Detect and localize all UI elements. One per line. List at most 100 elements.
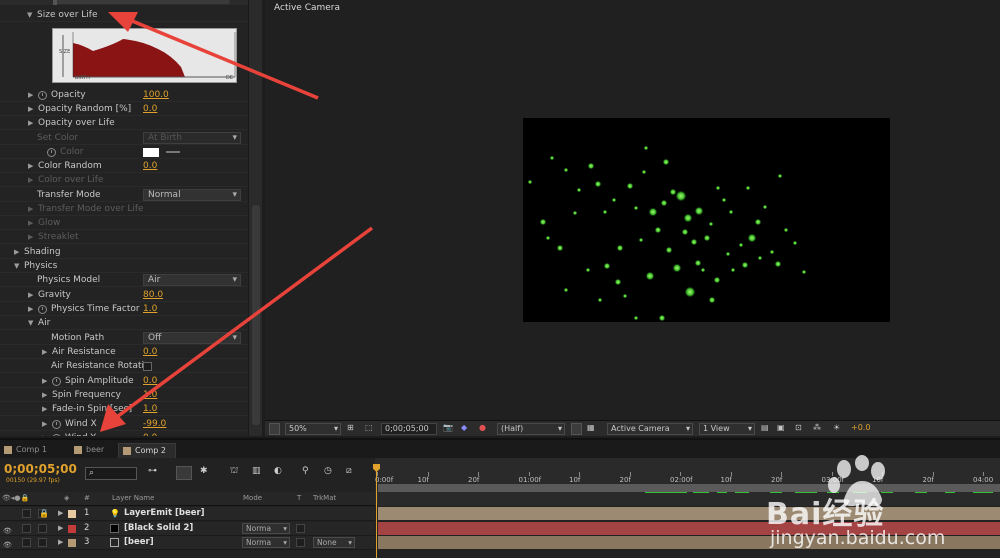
collapse-twirl-icon[interactable]: ▶ [28,302,33,316]
effect-panel-scrollbar[interactable] [248,0,262,436]
stopwatch-icon[interactable] [38,305,47,314]
property-row[interactable]: ▶ Wind X -99.0 [0,417,248,432]
property-row[interactable]: ▼ Size over Life [0,8,248,23]
property-row[interactable]: ▶ Spin Amplitude 0.0 [0,374,248,389]
tab-beer[interactable]: beer [70,443,114,458]
property-value[interactable]: 0.0 [143,431,157,436]
layer-row[interactable]: 👁 ▶ 2 [Black Solid 2] Norma [0,521,375,536]
switch-box[interactable] [22,523,31,533]
draft-3d-icon[interactable]: ✱ [200,466,216,480]
size-over-life-graph[interactable]: SIZE BIRTH DE [52,28,237,83]
snapshot-icon[interactable]: 📷 [443,423,453,435]
property-value[interactable]: 80.0 [143,288,163,302]
exposure-value[interactable]: +0.0 [851,423,870,435]
property-value[interactable]: 100.0 [143,88,169,102]
property-dropdown[interactable]: At Birth [143,132,241,144]
layer-name[interactable]: [Black Solid 2] [124,522,193,535]
property-value[interactable]: 0.0 [143,374,157,388]
transparency-grid-icon[interactable]: ▦ [587,423,595,435]
grid-icon[interactable]: ⊞ [347,423,354,435]
horizontal-scrollbar[interactable] [53,0,230,5]
property-row[interactable]: ▼ Air [0,316,248,331]
composition-canvas[interactable] [523,118,890,322]
collapse-twirl-icon[interactable]: ▶ [42,417,47,431]
collapse-twirl-icon[interactable]: ▶ [28,202,33,216]
show-snapshot-icon[interactable]: ◆ [461,423,467,435]
property-row[interactable]: Color [0,145,248,160]
property-row[interactable]: ▶ Shading [0,245,248,260]
track-matte-dropdown[interactable]: None [313,537,355,548]
property-dropdown[interactable]: Off [143,332,241,344]
property-dropdown[interactable]: Normal [143,189,241,201]
property-checkbox[interactable] [143,362,152,371]
region-of-interest-icon[interactable]: ⬚ [365,423,373,435]
auto-keyframe-icon[interactable]: ◷ [324,466,340,480]
property-row[interactable]: ▶ Gravity 80.0 [0,288,248,303]
property-value[interactable]: 1.0 [143,302,157,316]
preserve-transparency-box[interactable] [296,523,305,533]
eyedropper-icon[interactable] [166,151,180,153]
layer-search-input[interactable]: ⌕ [85,467,137,480]
property-row[interactable]: ▶ Streaklet [0,230,248,245]
collapse-twirl-icon[interactable]: ▶ [42,345,47,359]
property-row[interactable]: ▶ Color Random 0.0 [0,159,248,174]
layer-twirl-icon[interactable]: ▶ [58,522,63,535]
layer-label-color[interactable] [68,539,76,547]
layer-name[interactable]: LayerEmit [beer] [124,507,205,520]
property-value[interactable]: -99.0 [143,417,166,431]
color-swatch[interactable] [143,148,159,157]
layer-name[interactable]: [beer] [124,536,154,549]
property-value[interactable]: 1.0 [143,402,157,416]
layer-twirl-icon[interactable]: ▶ [58,536,63,549]
timeline-icon[interactable]: ▣ [777,423,785,435]
flowchart-icon[interactable]: ⁂ [813,423,821,435]
switch-box[interactable] [38,538,47,547]
property-row[interactable]: ▶ Opacity over Life [0,116,248,131]
composition-viewer[interactable]: Active Camera [265,0,1000,420]
channel-icon[interactable]: ● [479,423,486,435]
property-row[interactable]: ▶ Fade-in Spin [sec] 1.0 [0,402,248,417]
magnification-dropdown[interactable]: 50% [285,423,341,435]
resolution-dropdown[interactable]: (Half) [497,423,565,435]
switch-box[interactable] [22,509,31,518]
property-row[interactable]: ▶ Spin Frequency 1.0 [0,388,248,403]
current-time-indicator[interactable] [376,465,377,558]
fast-preview-icon[interactable] [571,423,582,435]
collapse-twirl-icon[interactable]: ▶ [42,388,47,402]
stopwatch-icon[interactable] [52,420,61,429]
collapse-twirl-icon[interactable]: ▶ [28,102,33,116]
tab-comp-2[interactable]: Comp 2 [118,443,176,458]
property-row[interactable]: ▶ Opacity Random [%] 0.0 [0,102,248,117]
collapse-twirl-icon[interactable]: ▶ [28,88,33,102]
property-row[interactable]: Motion Path Off [0,331,248,346]
always-preview-icon[interactable] [269,423,280,435]
brainstorm-icon[interactable]: ⚲ [302,466,318,480]
expand-twirl-icon[interactable]: ▼ [27,8,32,22]
lock-icon[interactable]: 🔒 [39,507,49,520]
tab-comp-1[interactable]: Comp 1 [0,443,56,458]
collapse-twirl-icon[interactable]: ▶ [28,216,33,230]
layer-row[interactable]: 🔒 ▶ 1 💡 LayerEmit [beer] [0,507,375,521]
visibility-eye-icon[interactable]: 👁 [3,539,12,552]
graph-editor-icon[interactable]: ⧄ [346,466,362,480]
property-row[interactable]: Transfer Mode Normal [0,188,248,203]
property-row[interactable]: ▶ Air Resistance 0.0 [0,345,248,360]
collapse-twirl-icon[interactable]: ▶ [28,173,33,187]
collapse-twirl-icon[interactable]: ▶ [42,374,47,388]
collapse-twirl-icon[interactable]: ▶ [28,116,33,130]
view-layout-dropdown[interactable]: 1 View [699,423,755,435]
camera-view-dropdown[interactable]: Active Camera [607,423,693,435]
stopwatch-icon[interactable] [38,91,47,100]
layer-twirl-icon[interactable]: ▶ [58,507,63,520]
collapse-twirl-icon[interactable]: ▶ [42,402,47,416]
scrollbar-thumb[interactable] [252,205,260,425]
property-row[interactable]: ▼ Physics [0,259,248,274]
blend-mode-dropdown[interactable]: Norma [242,537,290,548]
stopwatch-icon[interactable] [47,148,56,157]
exposure-reset-icon[interactable]: ☀ [833,423,840,435]
hide-shy-layers-icon[interactable]: ⛫ [230,466,246,480]
toggle-pixel-aspect-icon[interactable]: ▤ [761,423,769,435]
comp-flowchart-icon[interactable]: ⊡ [795,423,802,435]
collapse-twirl-icon[interactable]: ▶ [42,431,47,436]
collapse-twirl-icon[interactable]: ▶ [28,288,33,302]
